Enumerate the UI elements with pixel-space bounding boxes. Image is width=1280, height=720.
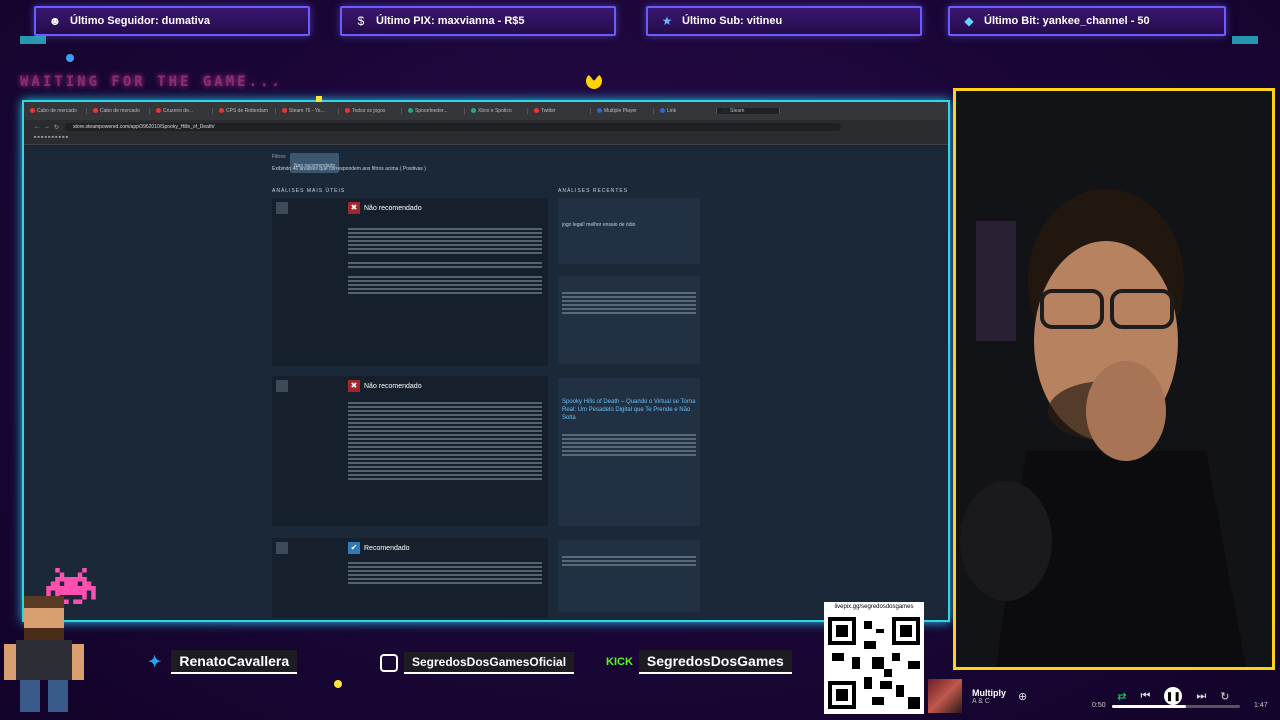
- recent-review-card: jogo legal! melhor ensaio de ódio: [558, 198, 700, 264]
- instagram-handle: SegredosDosGamesOficial: [380, 652, 575, 674]
- back-icon[interactable]: ←: [34, 124, 40, 130]
- track-info: Multiply A & C: [972, 688, 1006, 705]
- alert-bar-bit: ◆ Último Bit: yankee_channel - 50: [948, 6, 1226, 36]
- total-time: 1:47: [1254, 702, 1268, 709]
- browser-tab[interactable]: Xbox e Spotico: [465, 108, 528, 114]
- track-artist: A & C: [972, 697, 990, 705]
- review-card: ✔ Recomendado: [272, 538, 548, 618]
- review-text: [348, 402, 542, 482]
- browser-tab[interactable]: Link: [654, 108, 717, 114]
- forward-icon[interactable]: →: [44, 124, 50, 130]
- review-text: [348, 228, 542, 296]
- yellow-dot-icon: [334, 680, 342, 688]
- recent-review-card: [558, 540, 700, 612]
- reviews-heading: ANÁLISES MAIS ÚTEIS: [272, 188, 346, 194]
- browser-tab[interactable]: Twitter: [528, 108, 591, 114]
- recent-review-headline[interactable]: Spooky Hills of Death – Quando o Virtual…: [562, 398, 696, 422]
- corner-tick-icon: [1232, 36, 1258, 44]
- steam-page: Filtros Nao recomendado Exibindo 46 anál…: [24, 146, 948, 620]
- last-sub-text: Último Sub: vitineu: [682, 15, 783, 27]
- bookmarks-bar: ■ ■ ■ ■ ■ ■ ■ ■ ■ ■: [24, 134, 948, 145]
- browser-tab[interactable]: Cabo de mercado: [24, 108, 87, 114]
- pause-button[interactable]: ❚❚: [1164, 687, 1183, 705]
- last-bit-text: Último Bit: yankee_channel - 50: [984, 15, 1150, 27]
- music-player: Multiply A & C ⊕ ⇄ ⏮ ❚❚ ⏭ ↻: [926, 674, 1276, 718]
- browser-tab[interactable]: Multiple Player: [591, 108, 654, 114]
- review-text: [348, 562, 542, 586]
- recent-review-card: Spooky Hills of Death – Quando o Virtual…: [558, 378, 700, 526]
- twitter-icon: ✦: [148, 654, 162, 671]
- url-field[interactable]: store.steampowered.com/app/3962010/Spook…: [65, 123, 842, 131]
- star-icon: ★: [661, 14, 673, 28]
- pixel-avatar-icon: [4, 596, 84, 712]
- alert-bar-follower: ☻ Último Seguidor: dumativa: [34, 6, 310, 36]
- kick-logo: KICK: [606, 656, 633, 668]
- instagram-icon: [380, 654, 398, 672]
- review-verdict: ✖ Não recomendado: [348, 202, 422, 214]
- shuffle-icon[interactable]: ⇄: [1117, 690, 1126, 703]
- next-icon[interactable]: ⏭: [1196, 690, 1206, 703]
- recent-heading: ANÁLISES RECENTES: [558, 188, 629, 194]
- add-icon[interactable]: ⊕: [1018, 690, 1027, 703]
- album-cover: [928, 679, 962, 713]
- review-card: ✖ Não recomendado: [272, 376, 548, 526]
- yellow-dot-icon: [316, 96, 322, 102]
- recent-review-text: jogo legal! melhor ensaio de ódio: [562, 222, 636, 228]
- qr-code: livepix.gg/segredosdosgames: [824, 602, 924, 714]
- pacman-icon: [586, 73, 602, 89]
- review-verdict: ✔ Recomendado: [348, 542, 410, 554]
- qr-pattern-icon: [824, 613, 924, 713]
- browser-tab[interactable]: Todos os jogos: [339, 108, 402, 114]
- corner-tick-icon: [20, 36, 46, 44]
- alert-bar-pix: $ Último PIX: maxvianna - R$5: [340, 6, 616, 36]
- browser-tab-active[interactable]: Steam: [717, 108, 780, 114]
- tab-strip: Cabo de mercado Cabo de mercado Cruzeiro…: [24, 102, 948, 120]
- filter-label: Filtros: [272, 154, 286, 160]
- webcam-feed: [953, 88, 1275, 670]
- browser-tab[interactable]: Spoonfeeder...: [402, 108, 465, 114]
- avatar[interactable]: [276, 380, 288, 392]
- progress-fill: [1112, 705, 1187, 708]
- gem-icon: ◆: [964, 14, 974, 28]
- thumbs-down-icon: ✖: [348, 380, 360, 392]
- review-summary: Exibindo 46 análises que correspondem ao…: [272, 166, 426, 172]
- browser-tab[interactable]: Cruzeiro de...: [150, 108, 213, 114]
- avatar[interactable]: [276, 542, 288, 554]
- elapsed-time: 0:50: [1092, 702, 1106, 709]
- browser-tab[interactable]: CPS de Rotterdam: [213, 108, 276, 114]
- user-icon: ☻: [48, 14, 62, 28]
- dollar-icon: $: [357, 14, 365, 28]
- browser-tab[interactable]: Steam 76 - Yo...: [276, 108, 339, 114]
- thumbs-up-icon: ✔: [348, 542, 360, 554]
- avatar[interactable]: [276, 202, 288, 214]
- alert-bar-sub: ★ Último Sub: vitineu: [646, 6, 922, 36]
- review-card: ✖ Não recomendado: [272, 198, 548, 366]
- repeat-icon[interactable]: ↻: [1220, 690, 1229, 703]
- thumbs-down-icon: ✖: [348, 202, 360, 214]
- twitter-handle: ✦ RenatoCavallera: [148, 650, 298, 674]
- streamer-silhouette: [956, 91, 1272, 667]
- recent-review-card: [558, 276, 700, 364]
- browser-window: Cabo de mercado Cabo de mercado Cruzeiro…: [22, 100, 950, 622]
- progress-bar[interactable]: [1112, 705, 1240, 708]
- browser-tab[interactable]: Cabo de mercado: [87, 108, 150, 114]
- kick-handle: KICK SegredosDosGames: [606, 650, 792, 674]
- review-verdict: ✖ Não recomendado: [348, 380, 422, 392]
- track-title: Multiply: [972, 687, 1006, 698]
- last-pix-text: Último PIX: maxvianna - R$5: [376, 15, 525, 27]
- waiting-text: WAITING FOR THE GAME...: [20, 74, 283, 90]
- address-bar-row: ← → ↻ store.steampowered.com/app/3962010…: [24, 120, 948, 134]
- reload-icon[interactable]: ↻: [54, 124, 59, 131]
- qr-caption: livepix.gg/segredosdosgames: [834, 604, 914, 610]
- blue-dot-icon: [66, 54, 74, 62]
- previous-icon[interactable]: ⏮: [1140, 690, 1150, 703]
- last-follower-text: Último Seguidor: dumativa: [70, 15, 210, 27]
